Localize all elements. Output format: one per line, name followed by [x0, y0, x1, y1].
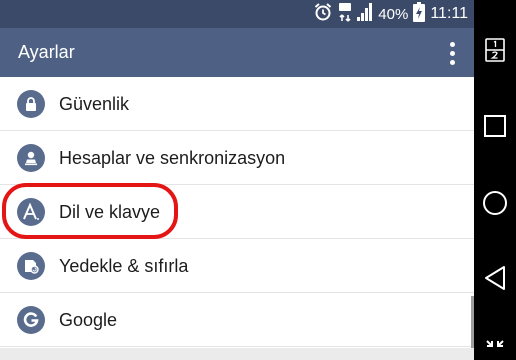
overflow-menu-icon[interactable]: [444, 38, 460, 68]
notification-expand-icon[interactable]: [474, 338, 516, 360]
back-icon[interactable]: [474, 260, 516, 296]
settings-item-backup[interactable]: Yedekle & sıfırla: [0, 239, 474, 293]
app-bar: Ayarlar: [0, 28, 474, 77]
dual-window-icon[interactable]: [474, 32, 516, 68]
status-icons: 40% 11:11: [313, 0, 468, 28]
backup-icon: [17, 252, 45, 280]
settings-item-accounts[interactable]: Hesaplar ve senkronizasyon: [0, 131, 474, 185]
recents-icon[interactable]: [474, 108, 516, 144]
battery-percent: 40%: [378, 5, 409, 23]
settings-item-label: Hesaplar ve senkronizasyon: [59, 148, 286, 168]
account-icon: [17, 144, 45, 172]
settings-item-label: Google: [59, 310, 118, 330]
clock: 11:11: [430, 5, 468, 22]
lock-icon: [17, 90, 45, 118]
settings-item-label: Güvenlik: [59, 94, 130, 114]
status-bar: 40% 11:11: [0, 0, 474, 28]
settings-item-security[interactable]: Güvenlik: [0, 77, 474, 131]
highlight-annotation: [2, 183, 178, 239]
navigation-bar: [474, 0, 516, 360]
page-title: Ayarlar: [18, 42, 75, 62]
list-bottom-divider: [0, 348, 474, 360]
home-icon[interactable]: [474, 185, 516, 221]
alarm-icon: [313, 2, 333, 27]
signal-bars-icon: [357, 2, 373, 26]
google-icon: [17, 306, 45, 334]
settings-item-label: Yedekle & sıfırla: [59, 256, 189, 276]
data-signal-icon: [338, 2, 352, 27]
battery-charging-icon: [413, 1, 426, 27]
settings-item-google[interactable]: Google: [0, 293, 474, 347]
